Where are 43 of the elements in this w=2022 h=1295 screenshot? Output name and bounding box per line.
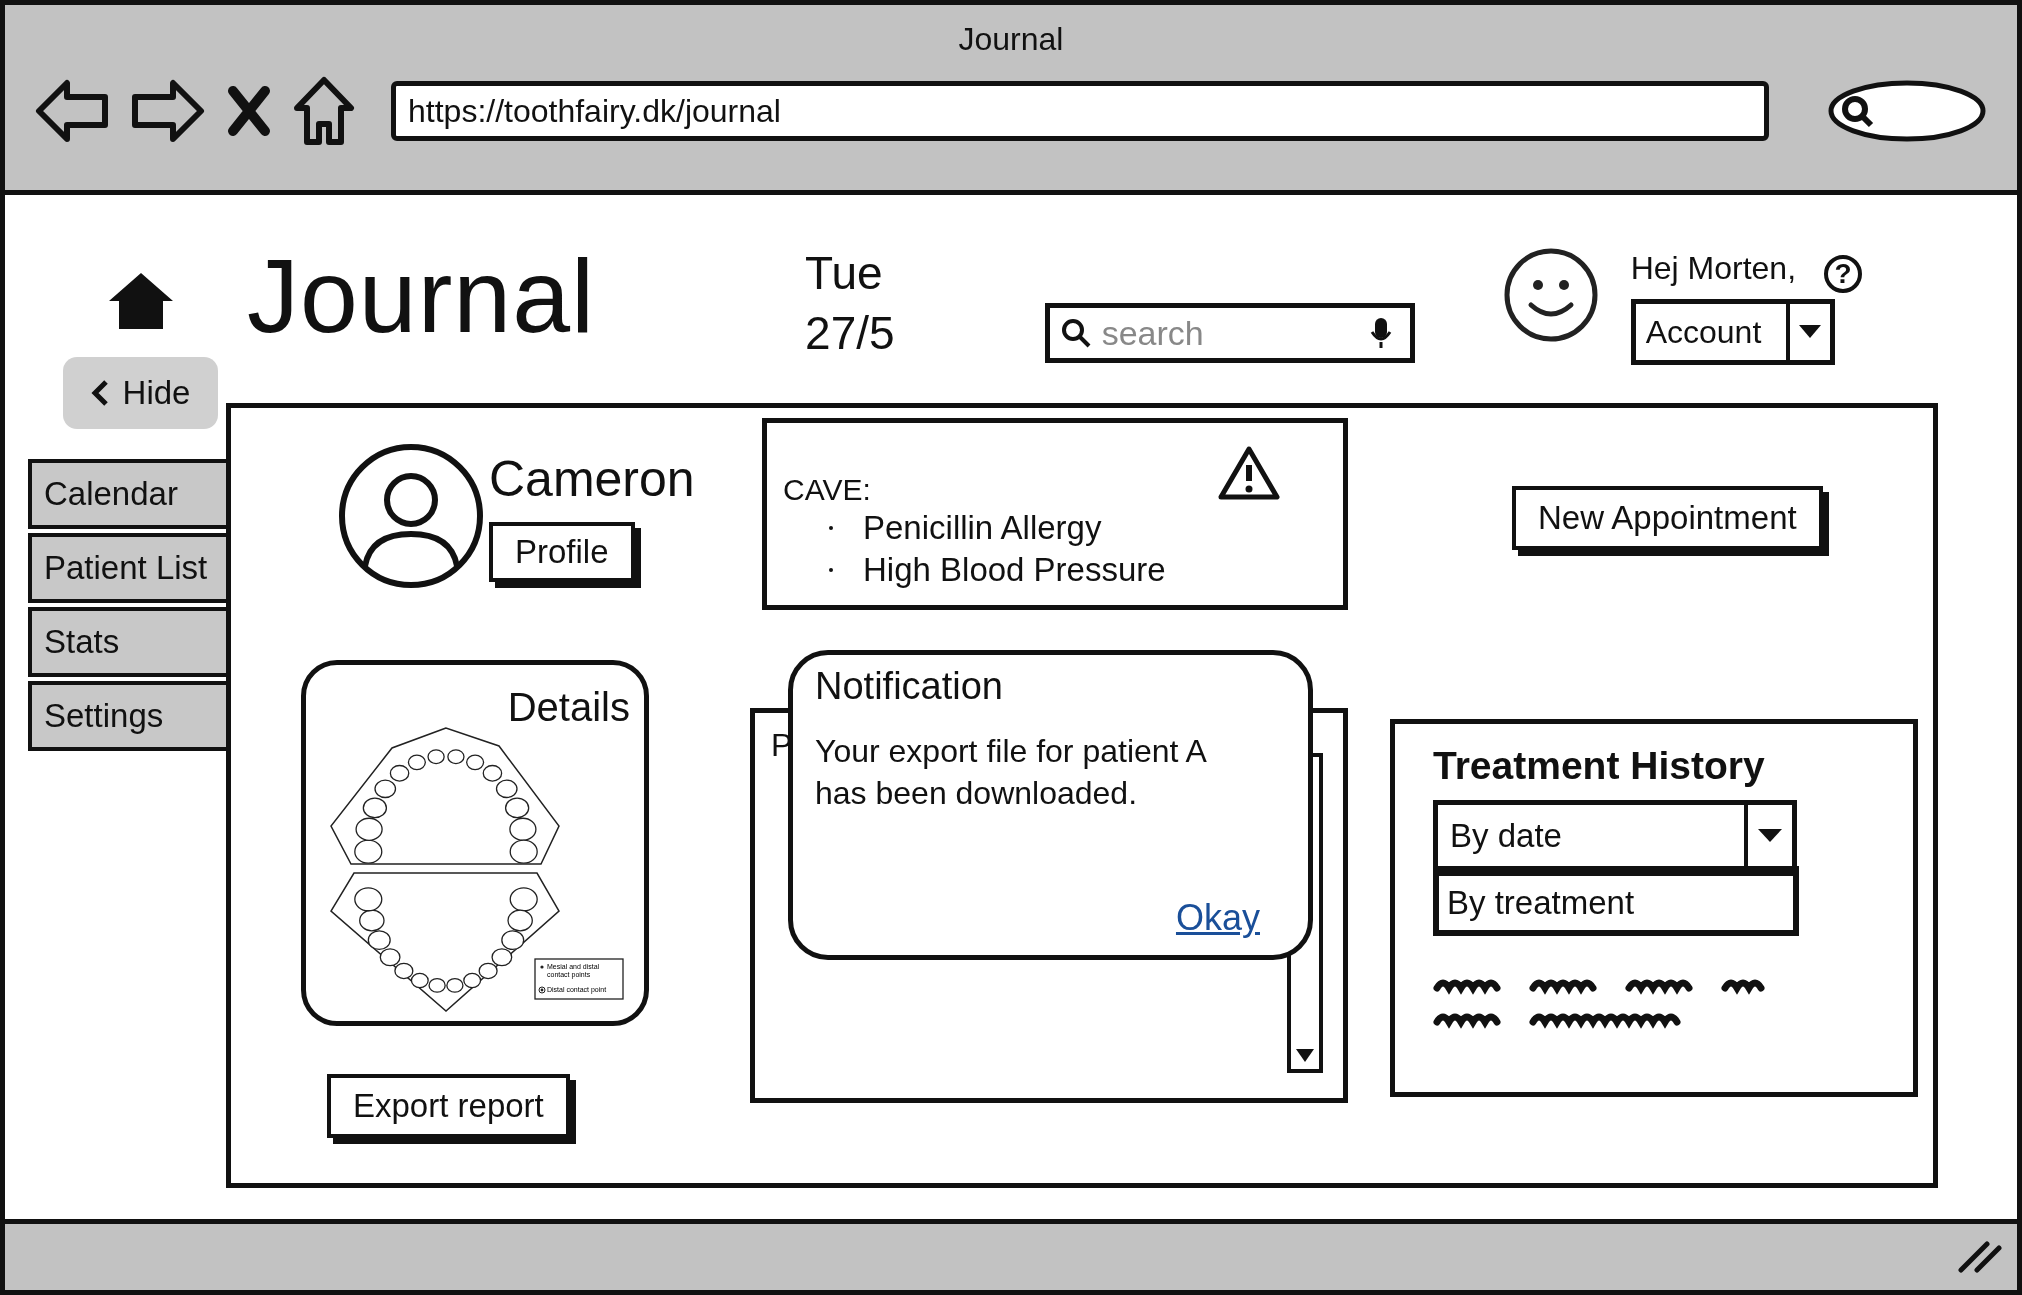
day-label: Tue — [805, 246, 884, 301]
resize-grip-icon[interactable] — [1957, 1240, 2003, 1274]
bullet-icon — [829, 526, 833, 530]
home-icon[interactable] — [107, 271, 175, 331]
window-title: Journal — [957, 20, 1065, 58]
help-icon[interactable]: ? — [1824, 255, 1863, 293]
patient-name: Cameron — [489, 450, 695, 508]
search-input[interactable]: search — [1099, 312, 1362, 354]
sort-dropdown[interactable]: By date — [1433, 800, 1797, 866]
home-icon[interactable] — [293, 76, 355, 146]
hide-button[interactable]: Hide — [63, 357, 218, 429]
account-dropdown[interactable]: Account — [1630, 299, 1835, 365]
sidebar-tab[interactable]: Patient List — [28, 533, 226, 603]
search-icon[interactable] — [1827, 79, 1987, 143]
greeting-text: Hej Morten, — [1630, 249, 1797, 287]
back-arrow-icon[interactable] — [35, 79, 109, 143]
sidebar-tab[interactable]: Settings — [28, 681, 226, 751]
down-arrow-icon[interactable] — [1294, 1047, 1316, 1063]
notification-title: Notification — [815, 665, 1004, 708]
forward-arrow-icon[interactable] — [131, 79, 205, 143]
notification-message: Your export file for patient A has been downloaded. — [815, 732, 1207, 813]
search-icon — [1059, 317, 1092, 349]
cave-item: High Blood Pressure — [863, 550, 1166, 590]
treatment-history-title: Treatment History — [1433, 744, 1766, 788]
microphone-icon[interactable] — [1369, 316, 1392, 350]
sidebar-tab[interactable]: Calendar — [28, 459, 226, 529]
cave-title: CAVE: — [783, 473, 872, 507]
date-label: 27/5 — [805, 306, 895, 361]
sidebar-tab[interactable]: Stats — [28, 607, 226, 677]
caret-icon — [1758, 828, 1782, 843]
search-field[interactable]: search — [1044, 303, 1415, 363]
details-title: Details — [507, 684, 631, 730]
user-avatar-icon — [337, 442, 485, 590]
page-title: Journal — [247, 237, 596, 356]
cave-item: Penicillin Allergy — [863, 508, 1102, 548]
chevron-left-icon — [90, 379, 109, 407]
caret-icon — [1798, 325, 1821, 339]
bullet-icon — [829, 568, 833, 572]
url-field[interactable]: https://toothfairy.dk/journal — [391, 81, 1769, 141]
smiley-avatar-icon — [1502, 247, 1599, 343]
warning-icon — [1217, 445, 1281, 501]
close-icon[interactable] — [227, 85, 271, 137]
okay-link[interactable]: Okay — [1175, 897, 1260, 939]
